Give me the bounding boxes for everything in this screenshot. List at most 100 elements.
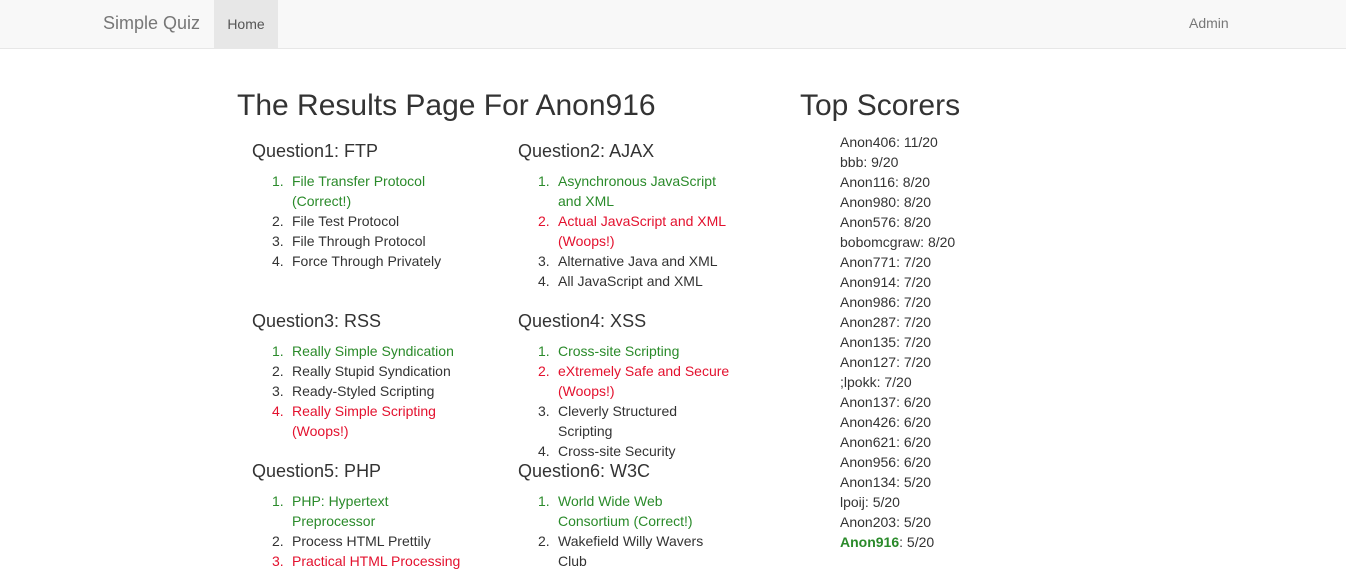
scorer-score: 6/20 [903,454,932,470]
scorer-name: Anon576 [840,214,897,230]
scorer-score: 8/20 [902,174,931,190]
answer-text: Cleverly Structured Scripting [558,403,678,439]
scorer-score: 6/20 [903,414,932,430]
scorer-score: 6/20 [903,434,932,450]
answer-text: Practical HTML Processing [292,553,461,569]
scorer-score: 5/20 [903,514,932,530]
answer-item: 3. Practical HTML Processing [252,551,469,571]
answer-item: 3. Ready-Styled Scripting [252,381,469,401]
question-block: Question1: FTP 1. File Transfer Protocol (… [252,141,518,271]
scorer-score: 6/20 [903,394,932,410]
scorer-score: 5/20 [906,534,935,550]
scorer-score: 7/20 [903,334,932,350]
answer-text: PHP: Hypertext Preprocessor [292,493,389,529]
answer-number: 4. [272,253,284,269]
answer-number: 1. [272,493,284,509]
answer-number: 2. [272,213,284,229]
answer-text: Really Stupid Syndication [292,363,451,379]
answer-text: File Through Protocol [292,233,426,249]
scorer-score: 7/20 [903,294,932,310]
nav-home[interactable]: Home [214,0,278,48]
scorer-item: Anon287: 7/20 [840,314,932,330]
scorer-item: bbb: 9/20 [840,154,899,170]
scorer-name: Anon771 [840,254,897,270]
scorer-name: Anon127 [840,354,897,370]
scorer-name: bobomcgraw [840,234,921,250]
scorer-score: 5/20 [872,494,900,510]
answer-number: 3. [272,233,284,249]
nav-admin[interactable]: Admin [1189,15,1229,31]
scorer-item: Anon576: 8/20 [840,214,932,230]
scorer-name: Anon916 [840,534,900,550]
answer-text: Cross-site Security [558,443,676,459]
scorer-score: 7/20 [903,314,932,330]
navbar: Simple Quiz Home Admin [0,0,1346,49]
answer-list: 1. Cross-site Scripting 2. eXtremely Safe a… [518,341,735,461]
answer-item: 1. Asynchronous JavaScript and XML [518,171,735,211]
answer-list: 1. PHP: Hypertext Preprocessor 2. Process H… [252,491,469,571]
brand-link[interactable]: Simple Quiz [103,13,200,34]
scorer-item: Anon771: 7/20 [840,254,932,270]
answer-number: 1. [272,343,284,359]
answer-item: 4. All JavaScript and XML [518,271,735,291]
answer-number: 3. [538,403,550,419]
answer-number: 3. [272,383,284,399]
answer-text: Ready-Styled Scripting [292,383,435,399]
scorer-name: Anon426 [840,414,897,430]
scorer-score: 5/20 [903,474,932,490]
scorer-score: 11/20 [903,134,938,150]
scorer-item: lpoij: 5/20 [840,494,900,510]
answer-text: eXtremely Safe and Secure (Woops!) [558,363,730,399]
scorer-item: Anon127: 7/20 [840,354,932,370]
top-scorers-list: Anon406: 11/20 bbb: 9/20 Anon116: 8/20 Anon… [840,132,955,552]
answer-number: 2. [538,363,550,379]
answer-list: 1. World Wide Web Consortium (Correct!) 2.… [518,491,735,571]
answer-item: 2. Really Stupid Syndication [252,361,469,381]
scorer-item: Anon980: 8/20 [840,194,932,210]
scorer-name: Anon116 [840,174,896,190]
answer-item: 2. eXtremely Safe and Secure (Woops!) [518,361,735,401]
answer-item: 3. Alternative Java and XML [518,251,735,271]
scorer-name: Anon137 [840,394,897,410]
scorer-name: bbb [840,154,864,170]
scorer-name: Anon956 [840,454,897,470]
answer-number: 1. [538,173,550,189]
answer-item: 4. Cross-site Security [518,441,735,461]
scorer-name: Anon287 [840,314,897,330]
scorer-item: bobomcgraw: 8/20 [840,234,956,250]
scorer-item: Anon916: 5/20 [840,534,935,550]
scorer-score: 7/20 [884,374,912,390]
scorer-score: 9/20 [871,154,899,170]
answer-item: 4. Really Simple Scripting (Woops!) [252,401,469,441]
answer-number: 1. [538,493,550,509]
answer-list: 1. File Transfer Protocol (Correct!) 2. Fil… [252,171,469,271]
scorer-item: Anon956: 6/20 [840,454,932,470]
page-title: The Results Page For Anon916 [237,89,656,122]
scorer-score: 8/20 [927,234,956,250]
answer-text: All JavaScript and XML [558,273,703,289]
answer-number: 2. [272,363,284,379]
scorer-item: Anon203: 5/20 [840,514,932,530]
scorer-name: ;lpokk [840,374,877,390]
answer-text: Asynchronous JavaScript and XML [558,173,716,209]
scorer-item: Anon986: 7/20 [840,294,932,310]
scorer-item: Anon426: 6/20 [840,414,932,430]
answer-item: 2. Wakefield Willy Wavers Club [518,531,735,571]
answer-text: File Test Protocol [292,213,400,229]
scorer-name: Anon621 [840,434,897,450]
scorer-score: 8/20 [903,194,932,210]
scorer-name: Anon914 [840,274,897,290]
answer-text: Alternative Java and XML [558,253,718,269]
answer-item: 1. PHP: Hypertext Preprocessor [252,491,469,531]
answer-list: 1. Asynchronous JavaScript and XML 2. Actua… [518,171,735,291]
scorer-item: Anon914: 7/20 [840,274,932,290]
answer-item: 1. World Wide Web Consortium (Correct!) [518,491,735,531]
answer-item: 2. Actual JavaScript and XML (Woops!) [518,211,735,251]
answer-item: 1. Really Simple Syndication [252,341,469,361]
answer-text: Actual JavaScript and XML (Woops!) [558,213,726,249]
answer-text: Really Simple Syndication [292,343,454,359]
answer-item: 2. File Test Protocol [252,211,469,231]
answer-item: 2. Process HTML Prettily [252,531,469,551]
question-title: Question2: AJAX [518,141,655,161]
answer-number: 4. [538,273,550,289]
